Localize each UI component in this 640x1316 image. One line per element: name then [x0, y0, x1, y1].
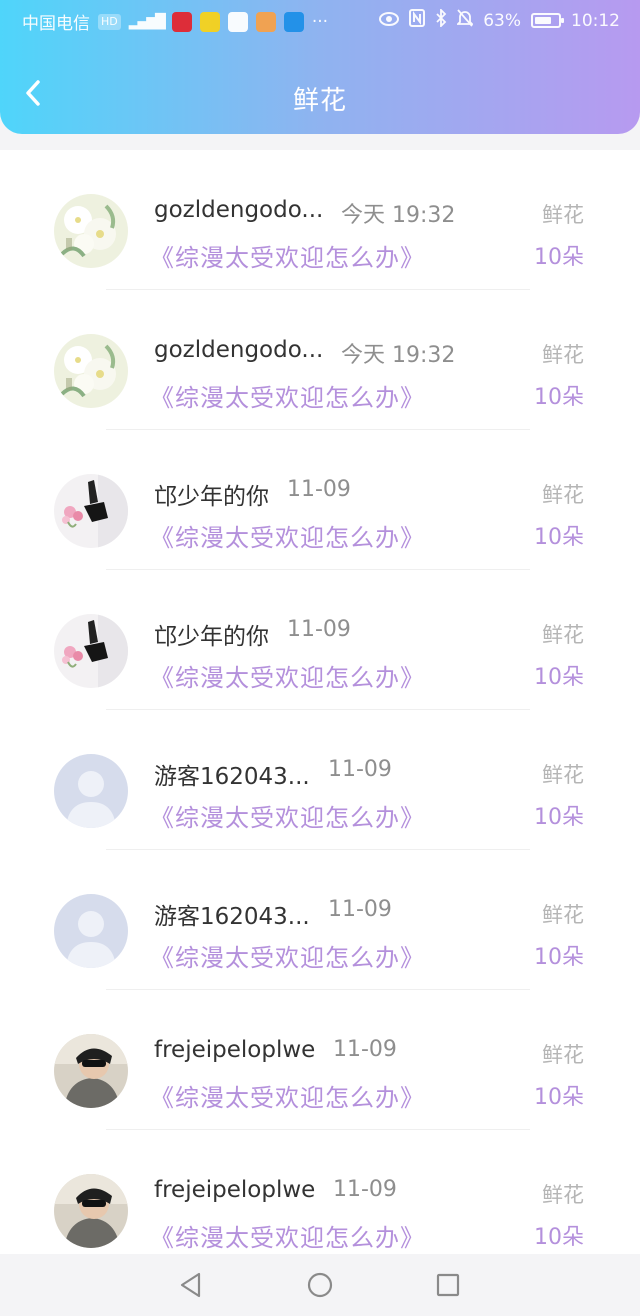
header: 中国电信 HD ▂▄▆█ ··· 63% 10:12 鲜花 — [0, 0, 640, 134]
gift-count: 10朵 — [534, 1225, 584, 1250]
gift-list-item[interactable]: frejeipeloplwe 11-09 《综漫太受欢迎怎么办》 鲜花 10朵 — [0, 990, 640, 1130]
gift-list-item[interactable]: gozldengodo... 今天 19:32 《综漫太受欢迎怎么办》 鲜花 10朵 — [0, 150, 640, 290]
clock: 10:12 — [571, 10, 620, 31]
overflow-icon: ··· — [311, 11, 329, 32]
gift-list: gozldengodo... 今天 19:32 《综漫太受欢迎怎么办》 鲜花 10朵 go… — [0, 150, 640, 1254]
title-bar: 鲜花 — [0, 60, 640, 134]
gift-list-item[interactable]: 邙少年的你 11-09 《综漫太受欢迎怎么办》 鲜花 10朵 — [0, 570, 640, 710]
username: gozldengodo... — [154, 337, 324, 363]
bluetooth-icon — [435, 7, 447, 32]
nav-recents-button[interactable] — [433, 1270, 463, 1300]
nav-back-button[interactable] — [176, 1270, 206, 1300]
app-icon-double11 — [171, 11, 192, 32]
username: 游客162043... — [154, 764, 310, 790]
username: gozldengodo... — [154, 197, 324, 223]
gift-time: 今天 19:32 — [341, 203, 456, 228]
user-avatar[interactable] — [54, 1034, 128, 1108]
mute-bell-icon — [456, 9, 475, 32]
gift-type-label: 鲜花 — [542, 1183, 584, 1207]
gift-type-label: 鲜花 — [542, 903, 584, 927]
gift-time: 11-09 — [333, 1177, 397, 1202]
user-avatar[interactable] — [54, 1174, 128, 1248]
username: frejeipeloplwe — [154, 1037, 316, 1063]
gift-list-item[interactable]: 邙少年的你 11-09 《综漫太受欢迎怎么办》 鲜花 10朵 — [0, 430, 640, 570]
gift-count: 10朵 — [534, 245, 584, 270]
gift-time: 11-09 — [287, 617, 351, 642]
eye-icon — [379, 11, 400, 31]
user-avatar[interactable] — [54, 334, 128, 408]
app-icon-cloud — [227, 11, 248, 32]
user-avatar[interactable] — [54, 754, 128, 828]
battery-percent: 63% — [483, 10, 521, 31]
gift-count: 10朵 — [534, 525, 584, 550]
gift-type-label: 鲜花 — [542, 203, 584, 227]
app-icon-heart — [255, 11, 276, 32]
gift-count: 10朵 — [534, 945, 584, 970]
gift-time: 今天 19:32 — [341, 343, 456, 368]
gift-time: 11-09 — [287, 477, 351, 502]
gift-list-item[interactable]: 游客162043... 11-09 《综漫太受欢迎怎么办》 鲜花 10朵 — [0, 710, 640, 850]
hd-badge: HD — [98, 13, 121, 30]
gift-count: 10朵 — [534, 385, 584, 410]
gift-list-item[interactable]: 游客162043... 11-09 《综漫太受欢迎怎么办》 鲜花 10朵 — [0, 850, 640, 990]
user-avatar[interactable] — [54, 894, 128, 968]
app-icon-kuaidi — [199, 11, 220, 32]
username: 邙少年的你 — [154, 624, 269, 650]
gift-list-item[interactable]: gozldengodo... 今天 19:32 《综漫太受欢迎怎么办》 鲜花 10朵 — [0, 290, 640, 430]
gift-type-label: 鲜花 — [542, 1043, 584, 1067]
book-title-link[interactable]: 《综漫太受欢迎怎么办》 — [150, 1078, 425, 1113]
user-avatar[interactable] — [54, 194, 128, 268]
username: 游客162043... — [154, 904, 310, 930]
gift-type-label: 鲜花 — [542, 483, 584, 507]
square-recents-icon — [436, 1273, 460, 1297]
user-avatar[interactable] — [54, 474, 128, 548]
gift-type-label: 鲜花 — [542, 623, 584, 647]
book-title-link[interactable]: 《综漫太受欢迎怎么办》 — [150, 1218, 425, 1253]
username: frejeipeloplwe — [154, 1177, 316, 1203]
nfc-icon — [409, 9, 426, 32]
book-title-link[interactable]: 《综漫太受欢迎怎么办》 — [150, 938, 425, 973]
system-nav-bar — [0, 1254, 640, 1316]
battery-icon — [531, 13, 564, 28]
gift-type-label: 鲜花 — [542, 763, 584, 787]
gift-time: 11-09 — [328, 757, 392, 782]
gift-time: 11-09 — [328, 897, 392, 922]
gift-count: 10朵 — [534, 1085, 584, 1110]
carrier-label: 中国电信 — [22, 14, 90, 34]
book-title-link[interactable]: 《综漫太受欢迎怎么办》 — [150, 658, 425, 693]
book-title-link[interactable]: 《综漫太受欢迎怎么办》 — [150, 518, 425, 553]
page-title: 鲜花 — [292, 86, 347, 116]
gift-count: 10朵 — [534, 665, 584, 690]
book-title-link[interactable]: 《综漫太受欢迎怎么办》 — [150, 378, 425, 413]
signal-icon: ▂▄▆█ — [128, 13, 166, 30]
status-bar: 中国电信 HD ▂▄▆█ ··· 63% 10:12 — [0, 0, 640, 40]
username: 邙少年的你 — [154, 484, 269, 510]
app-icon-eleme — [283, 11, 304, 32]
gift-list-item[interactable]: frejeipeloplwe 11-09 《综漫太受欢迎怎么办》 鲜花 10朵 — [0, 1130, 640, 1254]
book-title-link[interactable]: 《综漫太受欢迎怎么办》 — [150, 798, 425, 833]
gift-count: 10朵 — [534, 805, 584, 830]
gift-time: 11-09 — [333, 1037, 397, 1062]
gift-type-label: 鲜花 — [542, 343, 584, 367]
triangle-back-icon — [180, 1272, 201, 1298]
nav-home-button[interactable] — [305, 1270, 335, 1300]
book-title-link[interactable]: 《综漫太受欢迎怎么办》 — [150, 238, 425, 273]
circle-home-icon — [307, 1272, 333, 1298]
user-avatar[interactable] — [54, 614, 128, 688]
